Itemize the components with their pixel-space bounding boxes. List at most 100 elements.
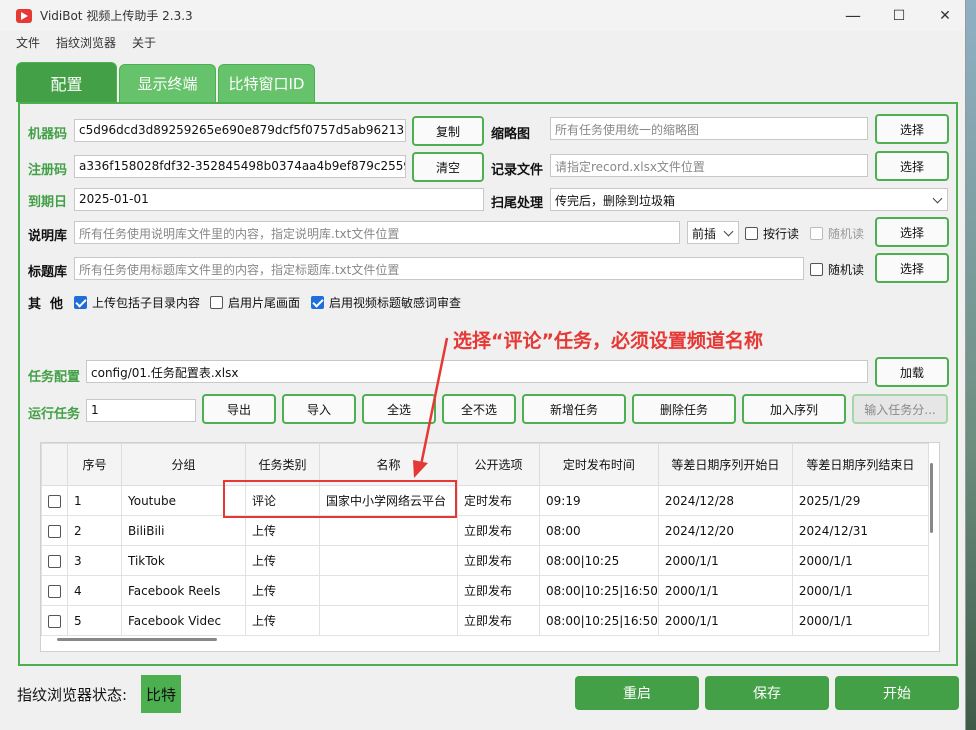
header-select[interactable]: [41, 443, 68, 486]
cell-visibility[interactable]: 立即发布: [457, 575, 540, 606]
cell-visibility[interactable]: 立即发布: [457, 605, 540, 636]
cell-index[interactable]: 2: [67, 515, 122, 546]
delete-task-button[interactable]: 删除任务: [632, 394, 736, 424]
checkbox-box[interactable]: [810, 263, 823, 276]
task-config-field[interactable]: config/01.任务配置表.xlsx: [86, 360, 868, 383]
subdir-checkbox[interactable]: 上传包括子目录内容: [74, 294, 200, 311]
table-row[interactable]: 4 Facebook Reels 上传 立即发布 08:00|10:25|16:…: [41, 575, 929, 606]
cell-seq-start[interactable]: 2000/1/1: [657, 575, 793, 606]
cell-name[interactable]: [319, 545, 458, 576]
tab-bit-window-id[interactable]: 比特窗口ID: [218, 64, 315, 102]
cell-index[interactable]: 3: [67, 545, 122, 576]
row-checkbox[interactable]: [48, 524, 61, 538]
desc-random-checkbox[interactable]: 随机读: [810, 225, 864, 242]
cell-seq-end[interactable]: 2024/12/31: [791, 515, 929, 546]
row-checkbox[interactable]: [48, 554, 61, 568]
tab-config[interactable]: 配置: [16, 62, 117, 102]
header-visibility[interactable]: 公开选项: [457, 443, 540, 486]
thumbnail-select-button[interactable]: 选择: [875, 114, 949, 144]
cell-group[interactable]: Facebook Videc: [121, 605, 246, 636]
cell-name[interactable]: [319, 605, 458, 636]
desc-position-select[interactable]: 前插: [687, 221, 739, 244]
cell-schedule-time[interactable]: 09:19: [539, 485, 659, 516]
header-seq-start[interactable]: 等差日期序列开始日: [657, 443, 793, 486]
checkbox-box[interactable]: [745, 227, 758, 240]
select-all-button[interactable]: 全选: [362, 394, 436, 424]
header-index[interactable]: 序号: [67, 443, 122, 486]
cell-seq-end[interactable]: 2025/1/29: [791, 485, 929, 516]
cell-seq-end[interactable]: 2000/1/1: [791, 575, 929, 606]
by-line-checkbox[interactable]: 按行读: [745, 225, 799, 242]
desc-select-button[interactable]: 选择: [875, 217, 949, 247]
table-row[interactable]: 5 Facebook Videc 上传 立即发布 08:00|10:25|16:…: [41, 605, 929, 636]
row-checkbox[interactable]: [48, 584, 61, 598]
cell-schedule-time[interactable]: 08:00|10:25: [539, 545, 659, 576]
title-select-button[interactable]: 选择: [875, 253, 949, 283]
maximize-button[interactable]: ☐: [876, 0, 922, 31]
checkbox-box[interactable]: [210, 296, 223, 309]
save-button[interactable]: 保存: [705, 676, 829, 710]
add-task-button[interactable]: 新增任务: [522, 394, 626, 424]
tail-process-select[interactable]: 传完后，删除到垃圾箱: [550, 188, 948, 211]
cell-name[interactable]: [319, 575, 458, 606]
tail-screen-checkbox[interactable]: 启用片尾画面: [210, 294, 300, 311]
import-button[interactable]: 导入: [282, 394, 356, 424]
checkbox-box[interactable]: [810, 227, 823, 240]
cell-group[interactable]: TikTok: [121, 545, 246, 576]
cell-group[interactable]: Facebook Reels: [121, 575, 246, 606]
row-checkbox[interactable]: [48, 614, 61, 628]
cell-seq-end[interactable]: 2000/1/1: [791, 545, 929, 576]
cell-schedule-time[interactable]: 08:00: [539, 515, 659, 546]
export-button[interactable]: 导出: [202, 394, 276, 424]
cell-schedule-time[interactable]: 08:00|10:25|16:50: [539, 605, 659, 636]
cell-visibility[interactable]: 立即发布: [457, 515, 540, 546]
start-button[interactable]: 开始: [835, 676, 959, 710]
copy-button[interactable]: 复制: [412, 116, 484, 146]
close-button[interactable]: ✕: [922, 0, 968, 31]
cell-index[interactable]: 4: [67, 575, 122, 606]
reg-code-field[interactable]: a336f158028fdf32-352845498b0374aa4b9ef87…: [74, 155, 406, 178]
run-task-field[interactable]: 1: [86, 399, 196, 422]
table-row[interactable]: 3 TikTok 上传 立即发布 08:00|10:25 2000/1/1 20…: [41, 545, 929, 576]
desc-lib-field[interactable]: 所有任务使用说明库文件里的内容，指定说明库.txt文件位置: [74, 221, 680, 244]
cell-type[interactable]: 上传: [245, 575, 320, 606]
select-none-button[interactable]: 全不选: [442, 394, 516, 424]
tab-terminal[interactable]: 显示终端: [119, 64, 216, 102]
sensitive-check-checkbox[interactable]: 启用视频标题敏感词审查: [311, 294, 461, 311]
add-queue-button[interactable]: 加入序列: [742, 394, 846, 424]
cell-type[interactable]: 上传: [245, 545, 320, 576]
menu-file[interactable]: 文件: [16, 34, 40, 51]
menu-browser[interactable]: 指纹浏览器: [56, 34, 116, 51]
header-seq-end[interactable]: 等差日期序列结束日: [791, 443, 929, 486]
cell-seq-start[interactable]: 2000/1/1: [657, 605, 793, 636]
table-row[interactable]: 1 Youtube 评论 国家中小学网络云平台 定时发布 09:19 2024/…: [41, 485, 929, 516]
row-checkbox[interactable]: [48, 494, 61, 508]
restart-button[interactable]: 重启: [575, 676, 699, 710]
expiry-field[interactable]: 2025-01-01: [74, 188, 484, 211]
cell-type[interactable]: 上传: [245, 515, 320, 546]
title-lib-field[interactable]: 所有任务使用标题库文件里的内容，指定标题库.txt文件位置: [74, 257, 804, 280]
cell-visibility[interactable]: 定时发布: [457, 485, 540, 516]
cell-seq-start[interactable]: 2024/12/28: [657, 485, 793, 516]
clear-button[interactable]: 清空: [412, 152, 484, 182]
table-vertical-scrollbar[interactable]: [930, 463, 933, 533]
cell-name[interactable]: [319, 515, 458, 546]
minimize-button[interactable]: —: [830, 0, 876, 31]
checkbox-box[interactable]: [311, 296, 324, 309]
cell-seq-start[interactable]: 2024/12/20: [657, 515, 793, 546]
input-task-button[interactable]: 输入任务分...: [852, 394, 948, 424]
header-schedule-time[interactable]: 定时发布时间: [539, 443, 659, 486]
cell-schedule-time[interactable]: 08:00|10:25|16:50: [539, 575, 659, 606]
cell-type[interactable]: 上传: [245, 605, 320, 636]
record-file-field[interactable]: 请指定record.xlsx文件位置: [550, 154, 868, 177]
cell-index[interactable]: 5: [67, 605, 122, 636]
cell-visibility[interactable]: 立即发布: [457, 545, 540, 576]
title-random-checkbox[interactable]: 随机读: [810, 261, 864, 278]
load-button[interactable]: 加载: [875, 357, 949, 387]
record-select-button[interactable]: 选择: [875, 151, 949, 181]
thumbnail-field[interactable]: 所有任务使用统一的缩略图: [550, 117, 868, 140]
cell-seq-end[interactable]: 2000/1/1: [791, 605, 929, 636]
cell-group[interactable]: BiliBili: [121, 515, 246, 546]
cell-seq-start[interactable]: 2000/1/1: [657, 545, 793, 576]
table-horizontal-scrollbar[interactable]: [57, 638, 217, 641]
